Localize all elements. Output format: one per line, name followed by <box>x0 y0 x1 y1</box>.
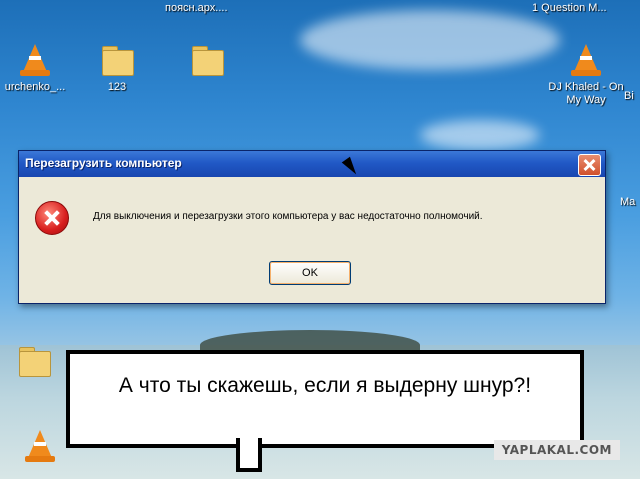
folder-icon <box>190 44 224 78</box>
desktop-icon-label: DJ Khaled - On My Way <box>548 81 624 106</box>
desktop-icon-folder[interactable]: 123 <box>82 44 152 94</box>
dialog-title: Перезагрузить компьютер <box>25 156 182 170</box>
cloud <box>420 120 540 150</box>
watermark: YAPLAKAL.COM <box>493 440 620 460</box>
desktop-icon-label[interactable]: Ma <box>620 196 635 208</box>
desktop-icon-vlc[interactable] <box>20 430 60 467</box>
folder-icon <box>17 345 51 379</box>
vlc-icon <box>18 44 52 78</box>
desktop-icon-label[interactable]: поясн.арх.... <box>165 2 228 14</box>
vlc-icon <box>569 44 603 78</box>
error-dialog: Перезагрузить компьютер Для выключения и… <box>18 150 606 304</box>
vlc-icon <box>23 430 57 464</box>
speech-bubble-tail <box>236 438 262 472</box>
desktop-icon-folder[interactable] <box>172 44 242 81</box>
desktop-icon-label[interactable]: 1 Question M... <box>532 2 607 14</box>
desktop-icon-vlc[interactable]: urchenko_... <box>0 44 70 94</box>
dialog-titlebar[interactable]: Перезагрузить компьютер <box>19 151 605 177</box>
dialog-message: Для выключения и перезагрузки этого комп… <box>93 211 483 222</box>
desktop-icon-folder[interactable] <box>14 345 54 382</box>
cloud <box>300 10 560 70</box>
error-icon <box>35 201 69 235</box>
speech-bubble-text: А что ты скажешь, если я выдерну шнур?! <box>118 374 532 397</box>
ok-button[interactable]: OK <box>269 261 351 285</box>
close-button[interactable] <box>578 154 601 176</box>
desktop-icon-label: urchenko_... <box>4 81 66 93</box>
desktop-icon-label[interactable]: Bi <box>624 90 634 102</box>
folder-icon <box>100 44 134 78</box>
desktop-icon-vlc[interactable]: DJ Khaled - On My Way <box>538 44 634 107</box>
speech-bubble: А что ты скажешь, если я выдерну шнур?! <box>66 350 584 448</box>
desktop-icon-label: 123 <box>107 81 127 93</box>
